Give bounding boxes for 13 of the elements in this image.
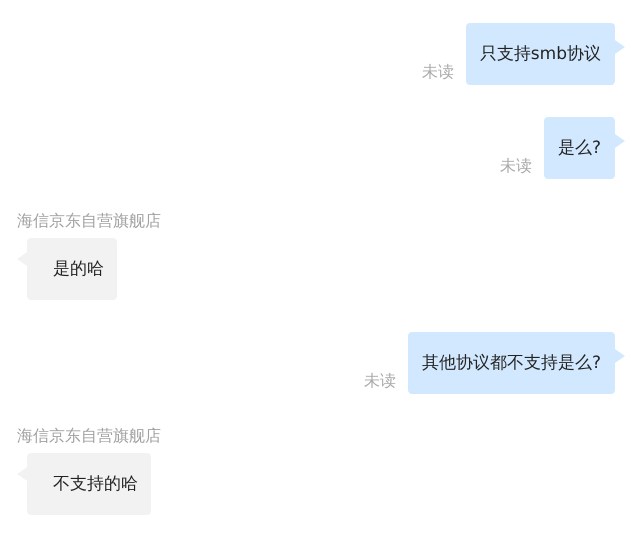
bubble-tail <box>615 134 625 148</box>
unread-status: 未读 <box>500 156 532 176</box>
message-bubble: 是的哈 <box>27 238 117 300</box>
message-bubble: 不支持的哈 <box>27 453 151 515</box>
message-bubble: 只支持smb协议 <box>466 23 615 85</box>
bubble-tail <box>615 40 625 54</box>
unread-status: 未读 <box>422 62 454 82</box>
message-bubble: 是么? <box>544 117 615 179</box>
message-bubble: 其他协议都不支持是么? <box>408 332 615 394</box>
sender-name: 海信京东自营旗舰店 <box>17 426 161 446</box>
bubble-tail <box>615 349 625 363</box>
sender-name: 海信京东自营旗舰店 <box>17 211 161 231</box>
unread-status: 未读 <box>364 371 396 391</box>
